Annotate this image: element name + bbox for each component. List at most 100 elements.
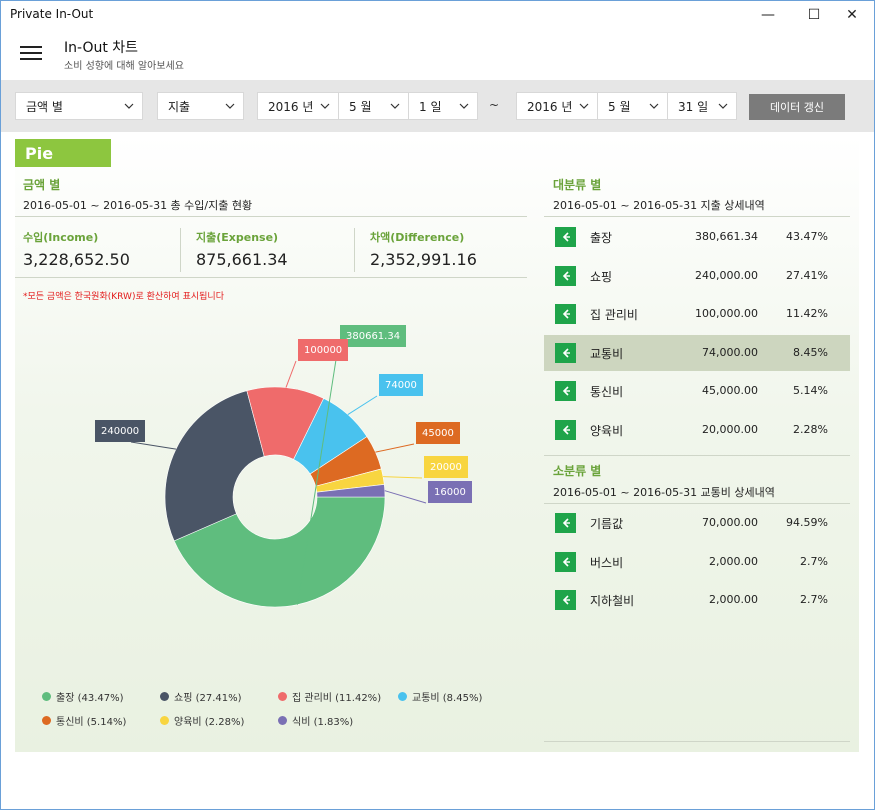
minor-category-percent: 2.7% bbox=[800, 593, 828, 606]
legend-item: 교통비 (8.45%) bbox=[398, 689, 482, 704]
minor-category-amount: 2,000.00 bbox=[709, 554, 758, 568]
window-title: Private In-Out bbox=[10, 7, 94, 21]
minor-category-subheading: 2016-05-01 ~ 2016-05-31 교통비 상세내역 bbox=[553, 486, 775, 499]
end-month-dropdown[interactable]: 5 월 bbox=[597, 92, 668, 120]
date-range-separator: ~ bbox=[489, 98, 500, 112]
legend-item: 쇼핑 (27.41%) bbox=[160, 689, 242, 704]
end-day-dropdown[interactable]: 31 일 bbox=[667, 92, 737, 120]
arrow-left-icon[interactable] bbox=[555, 513, 576, 533]
major-category-heading: 대분류 별 bbox=[553, 178, 602, 192]
major-category-subheading: 2016-05-01 ~ 2016-05-31 지출 상세내역 bbox=[553, 199, 765, 212]
legend-item: 통신비 (5.14%) bbox=[42, 713, 126, 728]
divider bbox=[544, 455, 850, 456]
divider bbox=[354, 228, 355, 272]
major-category-row[interactable]: 통신비 45,000.00 5.14% bbox=[544, 373, 850, 409]
minimize-icon: — bbox=[761, 7, 775, 23]
chevron-down-icon bbox=[225, 103, 235, 109]
difference-label: 차액(Difference) bbox=[370, 231, 465, 244]
legend-swatch bbox=[42, 692, 51, 701]
arrow-left-icon[interactable] bbox=[555, 551, 576, 572]
pie-leader-line bbox=[130, 441, 177, 450]
major-category-amount: 380,661.34 bbox=[695, 230, 758, 243]
legend-label: 양육비 (2.28%) bbox=[174, 717, 245, 728]
major-category-row[interactable]: 집 관리비 100,000.00 11.42% bbox=[544, 296, 850, 332]
hamburger-icon[interactable] bbox=[20, 46, 42, 62]
arrow-left-icon[interactable] bbox=[555, 304, 576, 324]
arrow-left-icon[interactable] bbox=[555, 227, 576, 247]
arrow-left-icon[interactable] bbox=[555, 342, 576, 363]
pie-data-label: 16000 bbox=[428, 481, 472, 503]
major-category-name: 통신비 bbox=[590, 385, 624, 399]
pie-data-label: 20000 bbox=[424, 456, 468, 478]
pie-data-label: 240000 bbox=[95, 420, 146, 442]
start-year-dropdown[interactable]: 2016 년 bbox=[257, 92, 339, 120]
end-year-dropdown[interactable]: 2016 년 bbox=[516, 92, 598, 120]
pie-slice[interactable] bbox=[164, 390, 265, 542]
end-day-value: 31 일 bbox=[678, 99, 709, 114]
major-category-amount: 74,000.00 bbox=[702, 345, 758, 359]
arrow-left-icon[interactable] bbox=[555, 381, 576, 401]
legend-label: 통신비 (5.14%) bbox=[56, 717, 127, 728]
type-dropdown[interactable]: 지출 bbox=[157, 92, 244, 120]
income-label: 수입(Income) bbox=[23, 231, 99, 244]
expense-label: 지출(Expense) bbox=[196, 231, 279, 244]
legend-swatch bbox=[160, 716, 169, 725]
minor-category-percent: 2.7% bbox=[800, 554, 828, 568]
major-category-percent: 27.41% bbox=[786, 268, 828, 282]
tab-pie[interactable]: Pie bbox=[15, 139, 111, 167]
income-value: 3,228,652.50 bbox=[23, 250, 130, 269]
maximize-icon: ☐ bbox=[807, 7, 821, 23]
end-month-value: 5 월 bbox=[608, 99, 631, 114]
legend-label: 식비 (1.83%) bbox=[292, 717, 354, 728]
minimize-button[interactable]: — bbox=[745, 0, 791, 30]
minor-category-percent: 94.59% bbox=[786, 516, 828, 529]
major-category-row[interactable]: 출장 380,661.34 43.47% bbox=[544, 219, 850, 255]
refresh-data-button[interactable]: 데이터 갱신 bbox=[749, 94, 845, 120]
major-category-percent: 5.14% bbox=[793, 384, 828, 397]
legend-swatch bbox=[398, 692, 407, 701]
arrow-left-icon[interactable] bbox=[555, 590, 576, 610]
chevron-down-icon bbox=[390, 103, 400, 109]
minor-category-row[interactable]: 기름값 70,000.00 94.59% bbox=[544, 505, 850, 541]
pie-data-label: 100000 bbox=[298, 339, 349, 361]
major-category-name: 양육비 bbox=[590, 423, 624, 438]
minor-category-name: 버스비 bbox=[590, 555, 624, 570]
legend-label: 교통비 (8.45%) bbox=[412, 693, 483, 704]
major-category-amount: 100,000.00 bbox=[695, 307, 758, 320]
chevron-down-icon bbox=[320, 103, 330, 109]
divider bbox=[544, 741, 850, 742]
minor-category-row[interactable]: 버스비 2,000.00 2.7% bbox=[544, 544, 850, 580]
arrow-left-icon[interactable] bbox=[555, 419, 576, 440]
major-category-row[interactable]: 교통비 74,000.00 8.45% bbox=[544, 334, 850, 371]
divider bbox=[15, 277, 527, 278]
legend-label: 출장 (43.47%) bbox=[56, 693, 124, 704]
pie-leader-line bbox=[384, 490, 427, 504]
chevron-down-icon bbox=[649, 103, 659, 109]
mode-dropdown-value: 금액 별 bbox=[26, 99, 63, 114]
pie-leader-line bbox=[347, 395, 378, 416]
mode-dropdown[interactable]: 금액 별 bbox=[15, 92, 143, 120]
arrow-left-icon[interactable] bbox=[555, 265, 576, 286]
major-category-row[interactable]: 쇼핑 240,000.00 27.41% bbox=[544, 258, 850, 294]
chevron-down-icon bbox=[459, 103, 469, 109]
start-day-dropdown[interactable]: 1 일 bbox=[408, 92, 478, 120]
title-bar: Private In-Out — ☐ ✕ bbox=[0, 0, 875, 30]
pie-leader-line bbox=[285, 360, 297, 388]
minor-category-amount: 70,000.00 bbox=[702, 516, 758, 529]
type-dropdown-value: 지출 bbox=[168, 99, 191, 114]
minor-category-amount: 2,000.00 bbox=[709, 593, 758, 606]
start-day-value: 1 일 bbox=[419, 99, 442, 114]
divider bbox=[180, 228, 181, 272]
start-month-value: 5 월 bbox=[349, 99, 372, 114]
legend-item: 출장 (43.47%) bbox=[42, 689, 124, 704]
expense-value: 875,661.34 bbox=[196, 250, 288, 269]
close-button[interactable]: ✕ bbox=[829, 0, 875, 30]
major-category-amount: 45,000.00 bbox=[702, 384, 758, 397]
start-month-dropdown[interactable]: 5 월 bbox=[338, 92, 409, 120]
major-category-row[interactable]: 양육비 20,000.00 2.28% bbox=[544, 412, 850, 448]
legend-swatch bbox=[42, 716, 51, 725]
legend-swatch bbox=[160, 692, 169, 701]
minor-category-name: 지하철비 bbox=[590, 594, 635, 608]
minor-category-row[interactable]: 지하철비 2,000.00 2.7% bbox=[544, 582, 850, 618]
major-category-percent: 8.45% bbox=[793, 345, 828, 359]
